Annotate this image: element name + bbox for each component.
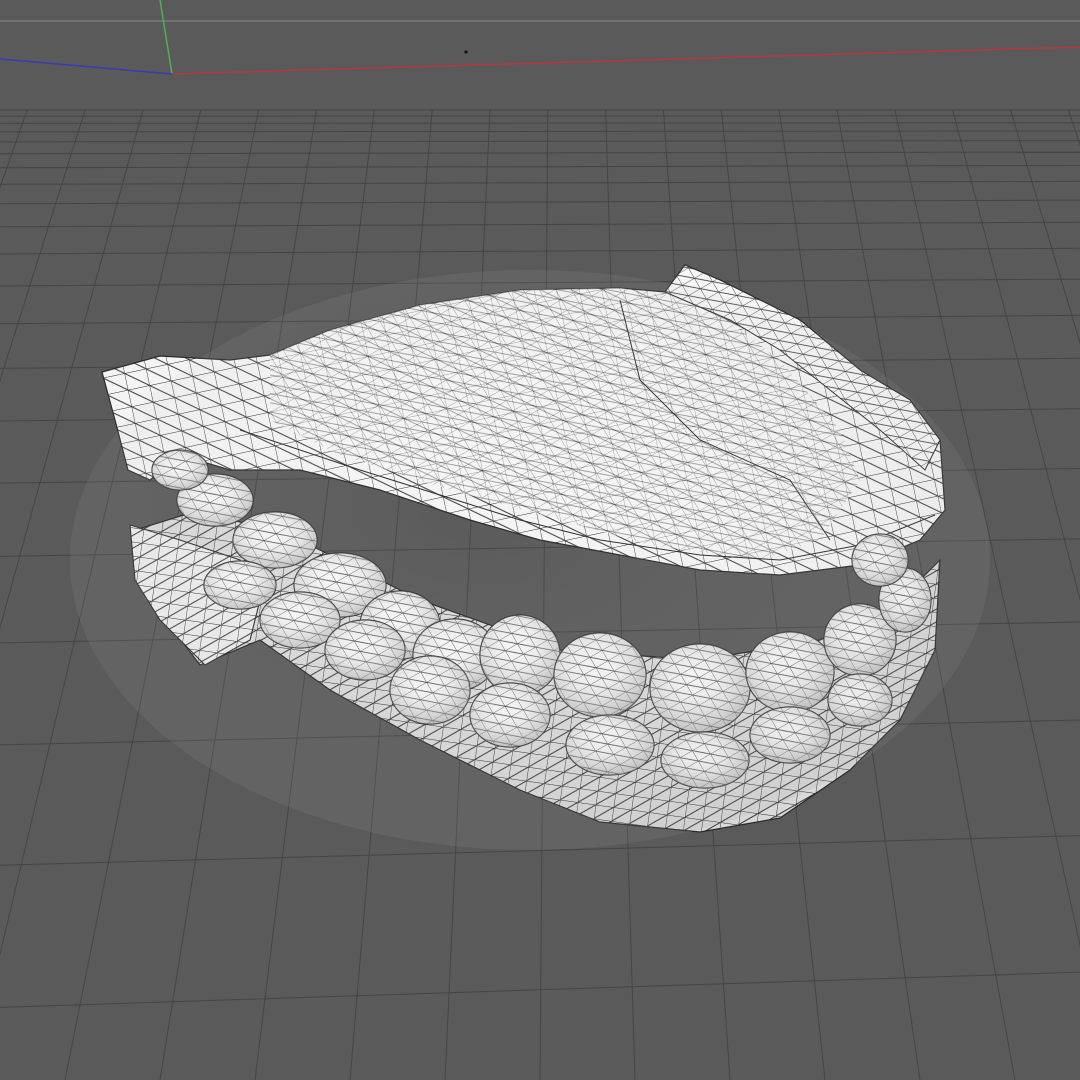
3d-viewport[interactable] (0, 0, 1080, 1080)
grid-line (0, 122, 1080, 124)
viewport-canvas[interactable] (0, 0, 1080, 1080)
pivot-point-icon (464, 50, 468, 54)
model-shading (70, 270, 990, 850)
